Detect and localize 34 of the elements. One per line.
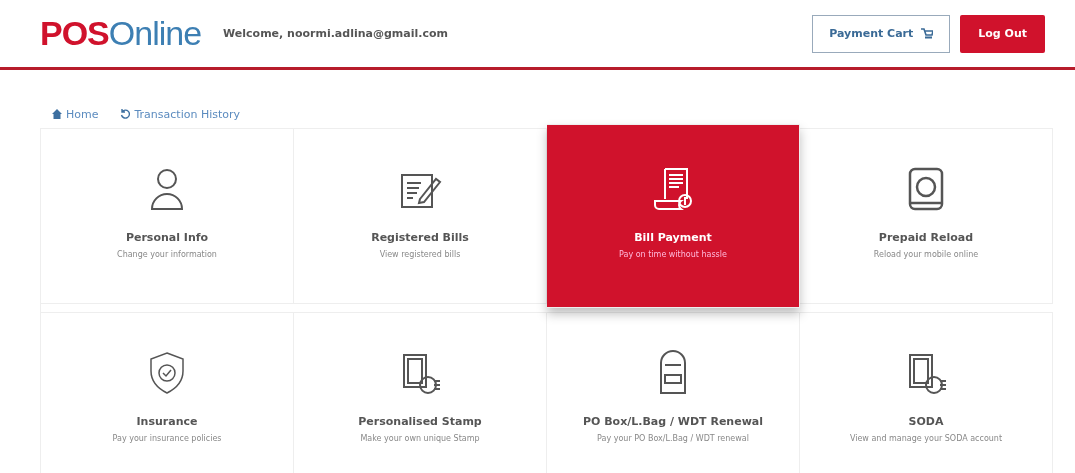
service-subtitle: Pay your insurance policies	[112, 434, 222, 443]
service-subtitle: Reload your mobile online	[873, 250, 979, 259]
service-title: PO Box/L.Bag / WDT Renewal	[583, 415, 763, 428]
welcome-text: Welcome, noormi.adlina@gmail.com	[223, 27, 448, 40]
service-card[interactable]: Bill Payment Pay on time without hassle	[547, 124, 800, 308]
service-title: Personalised Stamp	[358, 415, 482, 428]
service-subtitle: View and manage your SODA account	[849, 434, 1003, 443]
service-card[interactable]: Registered Bills View registered bills	[294, 128, 547, 304]
service-subtitle: Pay your PO Box/L.Bag / WDT renewal	[597, 434, 749, 443]
logo-brand: POS	[40, 14, 109, 53]
service-card[interactable]: Personalised Stamp Make your own unique Stamp	[294, 312, 547, 473]
service-title: Prepaid Reload	[878, 231, 974, 244]
home-icon	[52, 109, 62, 119]
log-out-button[interactable]: Log Out	[960, 14, 1045, 53]
logo-suffix: Online	[108, 14, 202, 53]
service-card[interactable]: PO Box/L.Bag / WDT Renewal Pay your PO Box/L.Bag / WDT renewal	[547, 312, 800, 473]
cart-icon	[921, 28, 934, 39]
service-title: Insurance	[136, 415, 198, 428]
service-subtitle: Make your own unique Stamp	[360, 434, 480, 443]
breadcrumb-link[interactable]: Home	[52, 100, 99, 128]
service-title: Personal Info	[125, 231, 209, 244]
service-subtitle: View registered bills	[379, 250, 461, 259]
service-card[interactable]: Insurance Pay your insurance policies	[41, 312, 294, 473]
payment-cart-button[interactable]: Payment Cart	[812, 14, 951, 53]
service-title: Registered Bills	[371, 231, 469, 244]
service-card[interactable]: Prepaid Reload Reload your mobile online	[800, 128, 1053, 304]
service-card[interactable]: Personal Info Change your information	[41, 128, 294, 304]
service-subtitle: Change your information	[117, 250, 217, 259]
service-card[interactable]: SODA View and manage your SODA account	[800, 312, 1053, 473]
service-title: Bill Payment	[634, 231, 712, 244]
breadcrumb-link[interactable]: Transaction History	[120, 100, 241, 128]
history-icon	[120, 109, 131, 119]
service-title: SODA	[908, 415, 944, 428]
service-subtitle: Pay on time without hassle	[619, 250, 727, 259]
